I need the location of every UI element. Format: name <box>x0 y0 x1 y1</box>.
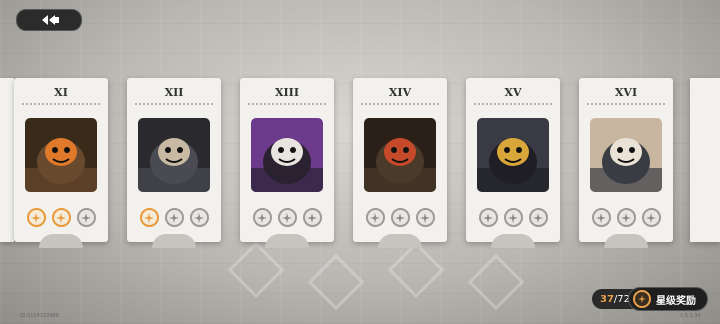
stage-card[interactable]: XVI <box>579 78 673 248</box>
cat-eared-girl-icon <box>590 118 662 192</box>
ticket-notch <box>152 234 196 248</box>
dotted-divider <box>587 103 665 105</box>
stage-numeral: XV <box>504 86 522 99</box>
star-empty-icon <box>76 208 96 227</box>
star-empty-icon <box>591 208 611 227</box>
double-chevron-left-icon <box>42 15 59 25</box>
stage-card[interactable]: XV <box>466 78 560 248</box>
ticket-notch <box>604 234 648 248</box>
star-earned-icon <box>51 208 71 227</box>
star-rating <box>579 208 673 227</box>
dotted-divider <box>361 103 439 105</box>
ticket-notch <box>491 234 535 248</box>
stage-numeral: XI <box>54 86 68 99</box>
star-rating <box>127 208 221 227</box>
version-text: 1.5.1.34 <box>680 313 701 319</box>
back-button[interactable] <box>16 9 82 31</box>
star-empty-icon <box>415 208 435 227</box>
stage-numeral: XIV <box>388 86 412 99</box>
star-empty-icon <box>302 208 322 227</box>
star-progress-current: 37 <box>600 293 614 305</box>
star-reward-label: 星级奖励 <box>656 295 696 307</box>
star-reward-button[interactable]: 星级奖励 <box>628 287 708 311</box>
stage-numeral: XII <box>164 86 184 99</box>
star-earned-icon <box>139 208 159 227</box>
dotted-divider <box>135 103 213 105</box>
star-rating <box>240 208 334 227</box>
star-earned-icon <box>26 208 46 227</box>
ticket-notch <box>378 234 422 248</box>
star-empty-icon <box>503 208 523 227</box>
stage-card-list: XI XII XIII XIV XV XVI <box>0 78 720 248</box>
star-empty-icon <box>189 208 209 227</box>
stage-card[interactable]: XIII <box>240 78 334 248</box>
star-rating <box>353 208 447 227</box>
stage-card[interactable]: XIV <box>353 78 447 248</box>
horned-beast-icon <box>364 118 436 192</box>
star-empty-icon <box>641 208 661 227</box>
ticket-notch <box>265 234 309 248</box>
star-empty-icon <box>277 208 297 227</box>
flame-bear-icon <box>25 118 97 192</box>
stage-card[interactable]: XII <box>127 78 221 248</box>
star-coin-icon <box>633 290 651 308</box>
star-empty-icon <box>365 208 385 227</box>
stage-numeral: XVI <box>614 86 638 99</box>
masked-creature-icon <box>251 118 323 192</box>
user-id-text: ID:3114152480 <box>20 313 59 319</box>
stage-card[interactable]: XI <box>14 78 108 248</box>
shadow-knight-icon <box>477 118 549 192</box>
ticket-notch <box>39 234 83 248</box>
dotted-divider <box>248 103 326 105</box>
star-empty-icon <box>252 208 272 227</box>
star-rating <box>14 208 108 227</box>
star-rating <box>466 208 560 227</box>
dotted-divider <box>474 103 552 105</box>
star-empty-icon <box>164 208 184 227</box>
star-empty-icon <box>390 208 410 227</box>
dotted-divider <box>22 103 100 105</box>
star-empty-icon <box>616 208 636 227</box>
stage-numeral: XIII <box>275 86 299 99</box>
star-empty-icon <box>478 208 498 227</box>
armored-ogre-icon <box>138 118 210 192</box>
star-empty-icon <box>528 208 548 227</box>
